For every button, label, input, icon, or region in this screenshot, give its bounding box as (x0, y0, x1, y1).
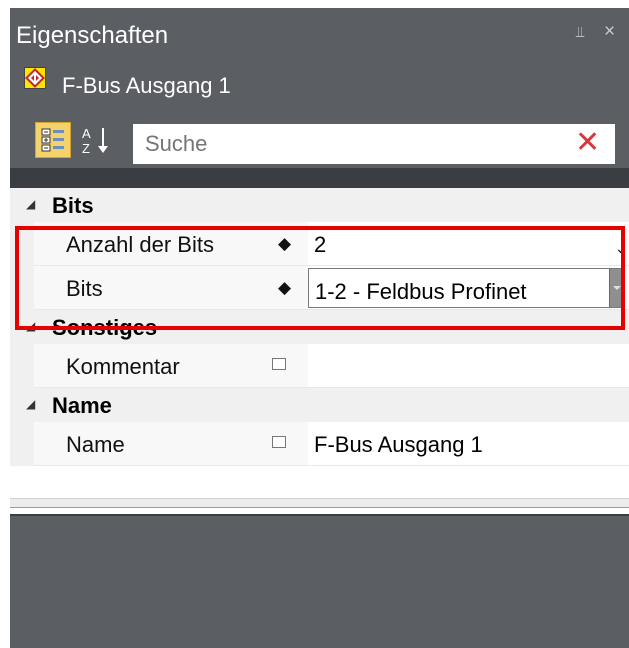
grid-bottom-border (10, 498, 629, 508)
property-row-kommentar[interactable]: Kommentar (10, 344, 629, 388)
property-description-area (10, 516, 629, 648)
category-label: Bits (52, 193, 94, 218)
category-name[interactable]: ◢ Name (10, 388, 629, 422)
category-sonstiges[interactable]: ◢ Sonstiges (10, 310, 629, 344)
panel-title: Eigenschaften (16, 22, 169, 49)
svg-text:Z: Z (82, 141, 90, 156)
clear-search-icon[interactable]: ✕ (575, 128, 600, 158)
close-icon[interactable]: × (604, 21, 615, 43)
sort-alphabetical-icon: A Z (82, 126, 108, 156)
property-value-cell[interactable] (308, 344, 629, 388)
category-bits[interactable]: ◢ Bits (10, 188, 629, 222)
collapse-triangle-icon[interactable]: ◢ (26, 319, 35, 333)
property-name: Anzahl der Bits (66, 232, 214, 257)
chevron-down-icon (613, 286, 621, 290)
property-row-bits[interactable]: Bits ◆ 1-2 - Feldbus Profinet (10, 266, 629, 310)
property-name: Bits (66, 276, 103, 301)
properties-panel: Eigenschaften ⫫ × F-Bus Ausgang 1 A Z Su… (10, 8, 629, 648)
property-row-anzahl-der-bits[interactable]: Anzahl der Bits ◆ 2 ⌃ ⌄ (10, 222, 629, 266)
sort-alphabetical-button[interactable]: A Z (80, 122, 116, 158)
fieldbus-output-icon (24, 67, 46, 89)
selected-object-header: F-Bus Ausgang 1 (10, 58, 629, 106)
dropdown-arrow-button[interactable] (609, 269, 624, 307)
property-grid: ◢ Bits Anzahl der Bits ◆ 2 ⌃ ⌄ Bits ◆ 1-2… (10, 188, 629, 514)
bits-dropdown[interactable]: 1-2 - Feldbus Profinet (308, 268, 625, 308)
search-input[interactable] (133, 124, 565, 164)
property-value-cell[interactable]: 2 ⌃ ⌄ (308, 222, 629, 266)
category-label: Sonstiges (52, 315, 158, 340)
property-value[interactable]: F-Bus Ausgang 1 (314, 432, 483, 458)
property-search-box[interactable]: ✕ (133, 124, 615, 164)
property-value-cell[interactable]: F-Bus Ausgang 1 (308, 422, 629, 466)
property-value-cell[interactable]: 1-2 - Feldbus Profinet (308, 266, 629, 310)
property-value[interactable]: 2 (314, 232, 326, 258)
spinner-arrows-icon[interactable]: ⌃ ⌄ (615, 224, 627, 256)
property-name: Kommentar (66, 354, 180, 379)
dropdown-selected-value: 1-2 - Feldbus Profinet (315, 279, 527, 304)
diamond-marker-icon: ◆ (278, 234, 292, 253)
diamond-marker-icon: ◆ (278, 278, 292, 297)
categorized-view-icon (41, 128, 64, 152)
collapse-triangle-icon[interactable]: ◢ (26, 197, 35, 211)
collapse-triangle-icon[interactable]: ◢ (26, 397, 35, 411)
categorized-view-button[interactable] (35, 122, 71, 158)
property-row-name[interactable]: Name F-Bus Ausgang 1 (10, 422, 629, 466)
selected-object-name: F-Bus Ausgang 1 (62, 73, 231, 98)
svg-text:A: A (82, 126, 91, 141)
edit-box-marker-icon (272, 358, 286, 370)
category-label: Name (52, 393, 112, 418)
panel-titlebar: Eigenschaften ⫫ × (10, 8, 629, 58)
pin-icon[interactable]: ⫫ (576, 24, 584, 41)
properties-toolbar: A Z ✕ (10, 106, 629, 168)
property-name: Name (66, 432, 125, 457)
edit-box-marker-icon (272, 436, 286, 448)
